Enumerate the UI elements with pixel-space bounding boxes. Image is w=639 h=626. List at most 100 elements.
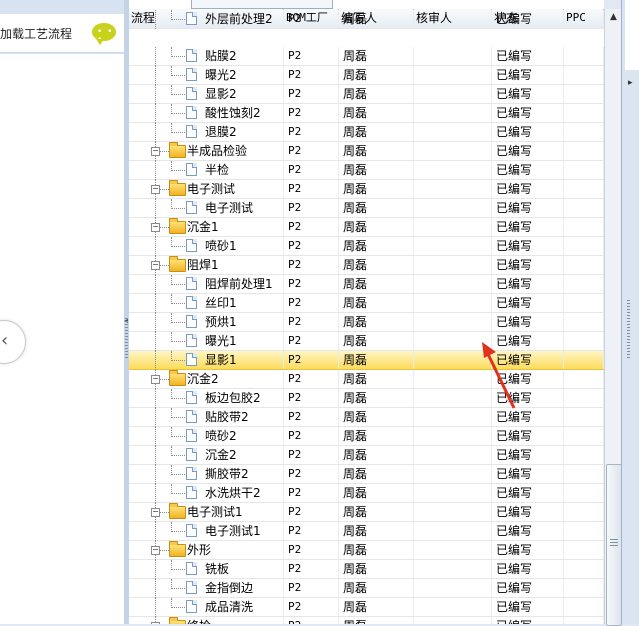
tree-line (171, 284, 185, 285)
splitter-grip[interactable] (125, 318, 128, 358)
tree-line (155, 579, 156, 598)
bom-plant-cell: P2 (284, 10, 339, 28)
status-cell: 已编写 (492, 427, 564, 445)
process-name-cell: 铣板 (129, 560, 284, 579)
collapse-toggle-icon[interactable]: − (151, 147, 160, 156)
tree-item-row[interactable]: 电子测试1 P2 周磊 已编写 (129, 522, 604, 541)
process-step-label: 阻焊前处理1 (205, 277, 273, 291)
bom-plant-cell: P2 (284, 66, 339, 84)
reviewer-cell (414, 351, 492, 369)
load-process-title[interactable]: 加载工艺流程 (0, 25, 72, 42)
tree-line (155, 104, 156, 123)
tree-item-row[interactable]: 显影1 P2 周磊 已编写 (129, 351, 604, 370)
reviewer-cell (414, 522, 492, 540)
collapse-toggle-icon[interactable]: − (151, 546, 160, 555)
collapse-toggle-icon[interactable]: − (151, 261, 160, 270)
writer-cell: 周磊 (339, 199, 414, 217)
tree-item-row[interactable]: 曝光2 P2 周磊 已编写 (129, 66, 604, 85)
tree-item-row[interactable]: 酸性蚀刻2 P2 周磊 已编写 (129, 104, 604, 123)
status-cell: 已编写 (492, 408, 564, 426)
reviewer-cell (414, 161, 492, 179)
tree-item-row[interactable]: 成品清洗 P2 周磊 已编写 (129, 598, 604, 617)
right-splitter-grip[interactable] (627, 300, 630, 360)
collapse-toggle-icon[interactable]: − (151, 508, 160, 517)
process-step-label: 酸性蚀刻2 (205, 106, 261, 120)
bom-plant-cell: P2 (284, 180, 339, 198)
status-cell: 已编写 (492, 598, 564, 616)
reviewer-cell (414, 446, 492, 464)
tree-item-row[interactable]: 沉金2 P2 周磊 已编写 (129, 446, 604, 465)
tree-item-row[interactable]: 铣板 P2 周磊 已编写 (129, 560, 604, 579)
writer-cell: 周磊 (339, 579, 414, 597)
document-icon (186, 334, 197, 347)
tree-group-row[interactable]: − 电子测试 P2 周磊 已编写 (129, 180, 604, 199)
tree-group-row[interactable]: − 半成品检验 P2 周磊 已编写 (129, 142, 604, 161)
tree-group-row[interactable]: − 沉金2 P2 周磊 已编写 (129, 370, 604, 389)
tree-line (155, 85, 156, 104)
status-cell: 已编写 (492, 256, 564, 274)
tree-line (171, 607, 185, 608)
document-icon (186, 448, 197, 461)
tree-item-row[interactable]: 退膜2 P2 周磊 已编写 (129, 123, 604, 142)
bom-plant-cell: P2 (284, 541, 339, 559)
tree-item-row[interactable]: 贴膜2 P2 周磊 已编写 (129, 47, 604, 66)
tree-item-row[interactable]: 喷砂1 P2 周磊 已编写 (129, 237, 604, 256)
folder-icon (169, 180, 186, 196)
tree-group-row[interactable]: −终检P2周磊 已编写 (129, 617, 604, 624)
tree-group-row[interactable]: − 电子测试1 P2 周磊 已编写 (129, 503, 604, 522)
scroll-up-arrow-icon[interactable]: ▲ (605, 9, 622, 26)
tree-item-row[interactable]: 贴胶带2 P2 周磊 已编写 (129, 408, 604, 427)
tree-item-row[interactable]: 预烘1 P2 周磊 已编写 (129, 313, 604, 332)
document-icon (186, 429, 197, 442)
bom-plant-cell: P2 (284, 85, 339, 103)
tree-line (171, 113, 185, 114)
bom-plant-cell: P2 (284, 332, 339, 350)
tree-item-row[interactable]: 外层前处理2 P2 周磊 已编写 (129, 10, 604, 29)
process-name-cell: − 阻焊1 (129, 256, 284, 275)
tree-line (171, 170, 185, 171)
tree-item-row[interactable]: 曝光1 P2 周磊 已编写 (129, 332, 604, 351)
process-name-cell: 退膜2 (129, 123, 284, 142)
process-name-cell: 贴膜2 (129, 47, 284, 66)
bom-plant-cell: P2 (284, 351, 339, 369)
process-group-label: 半成品检验 (187, 144, 248, 158)
tree-item-row[interactable]: 撕胶带2 P2 周磊 已编写 (129, 465, 604, 484)
tree-group-row[interactable]: − 沉金1 P2 周磊 已编写 (129, 218, 604, 237)
collapse-toggle-icon[interactable]: − (151, 223, 160, 232)
tree-item-row[interactable]: 喷砂2 P2 周磊 已编写 (129, 427, 604, 446)
bom-plant-cell: P2 (284, 161, 339, 179)
process-group-label: 外形 (187, 543, 212, 557)
ppc-cell (564, 465, 604, 483)
tree-item-row[interactable]: 半检 P2 周磊 已编写 (129, 161, 604, 180)
bom-plant-cell: P2 (284, 484, 339, 502)
tree-group-row[interactable]: − 阻焊1 P2 周磊 已编写 (129, 256, 604, 275)
reviewer-cell (414, 389, 492, 407)
bom-plant-cell: P2 (284, 142, 339, 160)
expand-arrow-icon[interactable]: ▸ (628, 78, 633, 88)
ppc-cell (564, 161, 604, 179)
tree-item-row[interactable]: 丝印1 P2 周磊 已编写 (129, 294, 604, 313)
tree-line (171, 56, 185, 57)
process-name-cell: 电子测试 (129, 199, 284, 218)
back-button[interactable]: ‹ (0, 320, 26, 364)
collapse-toggle-icon[interactable]: − (151, 375, 160, 384)
tree-item-row[interactable]: 显影2 P2 周磊 已编写 (129, 85, 604, 104)
bom-plant-cell: P2 (284, 446, 339, 464)
reviewer-cell (414, 370, 492, 388)
tree-item-row[interactable]: 板边包胶2 P2 周磊 已编写 (129, 389, 604, 408)
tree-item-row[interactable]: 金指倒边 P2 周磊 已编写 (129, 579, 604, 598)
chat-bubble-icon[interactable]: • • • (92, 23, 116, 45)
tree-item-row[interactable]: 电子测试 P2 周磊 已编写 (129, 199, 604, 218)
scroll-thumb[interactable] (606, 464, 622, 626)
ppc-cell (564, 123, 604, 141)
tree-item-row[interactable]: 水洗烘干2 P2 周磊 已编写 (129, 484, 604, 503)
vertical-scrollbar[interactable]: ▲ (604, 9, 622, 626)
process-step-label: 丝印1 (205, 296, 237, 310)
reviewer-cell (414, 560, 492, 578)
collapse-toggle-icon[interactable]: − (151, 185, 160, 194)
tree-group-row[interactable]: − 外形 P2 周磊 已编写 (129, 541, 604, 560)
tree-line (155, 47, 156, 66)
bom-plant-cell: P2 (284, 427, 339, 445)
status-cell: 已编写 (492, 541, 564, 559)
tree-item-row[interactable]: 阻焊前处理1 P2 周磊 已编写 (129, 275, 604, 294)
